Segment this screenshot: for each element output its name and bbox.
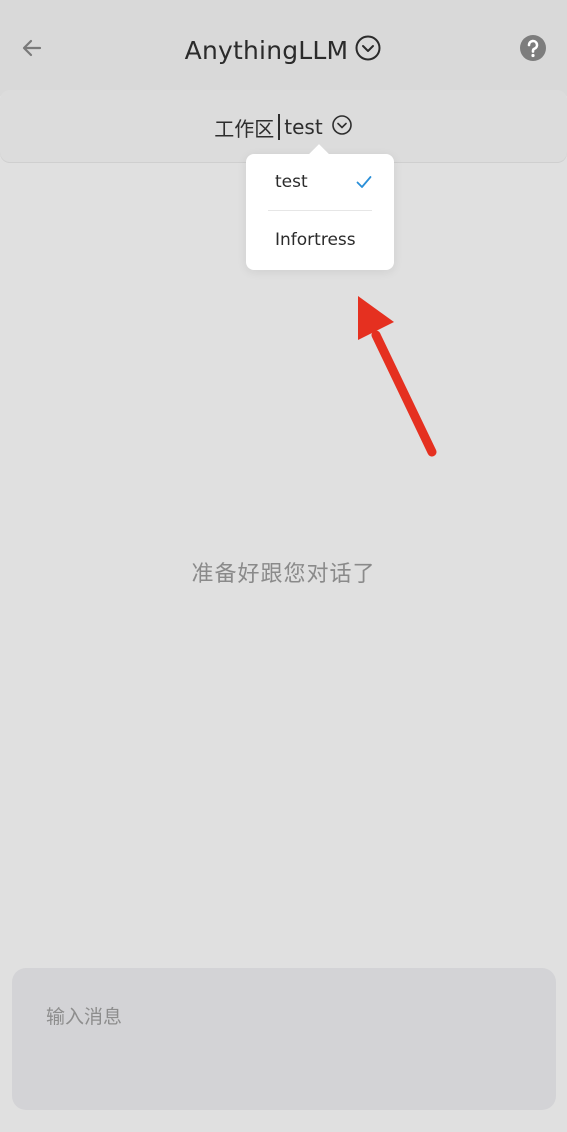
message-composer[interactable]: [12, 968, 556, 1110]
app-title-switcher[interactable]: AnythingLLM: [0, 30, 567, 70]
chevron-down-circle-icon: [331, 114, 353, 140]
workspace-selector[interactable]: 工作区 test: [0, 112, 567, 142]
workspace-label: 工作区: [214, 116, 275, 141]
workspace-option-test[interactable]: test: [246, 154, 394, 210]
workspace-option-infortress[interactable]: Infortress: [246, 212, 394, 268]
header: AnythingLLM: [0, 0, 567, 96]
message-input[interactable]: [46, 1006, 522, 1028]
dropdown-divider: [268, 210, 372, 211]
checkmark-icon: [356, 174, 372, 194]
option-label: test: [275, 172, 308, 192]
empty-state-message: 准备好跟您对话了: [191, 562, 376, 587]
workspace-divider: [278, 114, 281, 140]
app-title: AnythingLLM: [184, 35, 349, 65]
help-button[interactable]: [517, 34, 549, 66]
current-workspace-name: test: [284, 115, 323, 139]
question-circle-icon: [519, 34, 547, 66]
option-label: Infortress: [275, 230, 356, 250]
workspace-dropdown: test Infortress: [246, 154, 394, 270]
workspace-selector-bar: 工作区 test: [0, 90, 567, 162]
chevron-down-circle-icon: [354, 34, 382, 66]
annotation-arrow-icon: [340, 290, 450, 464]
screen: AnythingLLM 工作区 test test Infortress 准备好…: [0, 0, 567, 1132]
